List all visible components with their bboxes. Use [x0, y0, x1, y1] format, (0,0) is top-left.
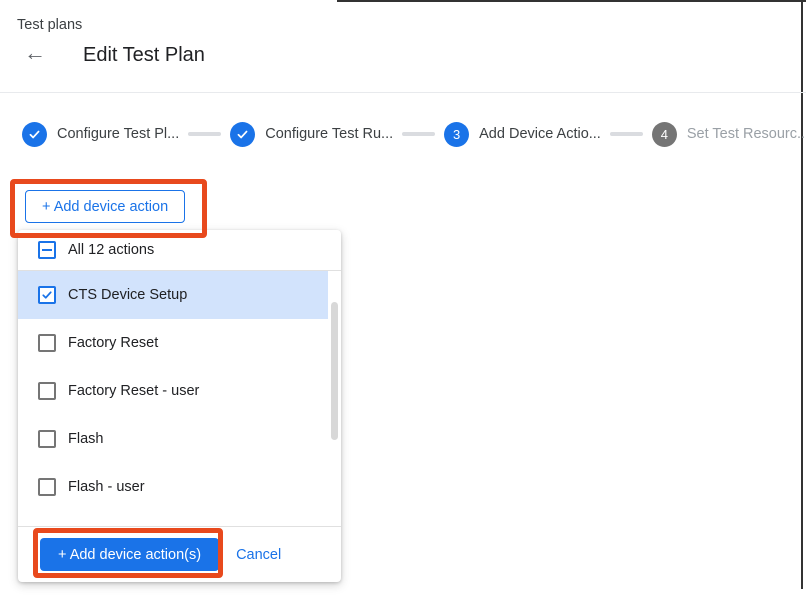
indeterminate-checkbox-icon[interactable] [38, 241, 56, 259]
step-label: Configure Test Ru... [265, 126, 393, 142]
cancel-link[interactable]: Cancel [236, 547, 281, 563]
unchecked-checkbox-icon[interactable] [38, 478, 56, 496]
option-label: Factory Reset - user [68, 383, 199, 399]
option-row-flash-user[interactable]: Flash - user [18, 463, 328, 511]
dropdown-scrollbar-thumb[interactable] [331, 302, 338, 440]
checked-checkbox-icon[interactable] [38, 286, 56, 304]
dropdown-footer: + Add device action(s) Cancel [18, 527, 341, 582]
breadcrumb: Test plans [17, 17, 82, 33]
dropdown-spacer [18, 511, 341, 526]
window-top-border [337, 0, 806, 2]
option-row-factory-reset[interactable]: Factory Reset [18, 319, 328, 367]
unchecked-checkbox-icon[interactable] [38, 382, 56, 400]
stepper-step-configure-test-run[interactable]: Configure Test Ru... [230, 122, 393, 147]
unchecked-checkbox-icon[interactable] [38, 430, 56, 448]
stepper-step-set-test-resources[interactable]: 4 Set Test Resourc... [652, 122, 806, 147]
stepper-connector [188, 132, 221, 136]
stepper-step-configure-test-plan[interactable]: Configure Test Pl... [22, 122, 179, 147]
stepper-connector [610, 132, 643, 136]
stepper-connector [402, 132, 435, 136]
step-completed-check-icon [22, 122, 47, 147]
confirm-add-device-actions-button[interactable]: + Add device action(s) [40, 538, 219, 571]
back-arrow-icon[interactable]: ← [24, 41, 46, 65]
add-device-action-button[interactable]: + Add device action [25, 190, 185, 223]
step-number-badge: 4 [652, 122, 677, 147]
step-label: Add Device Actio... [479, 126, 601, 142]
option-label: Flash - user [68, 479, 145, 495]
select-all-actions-row[interactable]: All 12 actions [18, 230, 341, 270]
window-right-border [801, 0, 803, 589]
step-completed-check-icon [230, 122, 255, 147]
option-label: Factory Reset [68, 335, 158, 351]
option-row-factory-reset-user[interactable]: Factory Reset - user [18, 367, 328, 415]
option-row-flash[interactable]: Flash [18, 415, 328, 463]
unchecked-checkbox-icon[interactable] [38, 334, 56, 352]
select-all-label: All 12 actions [68, 242, 154, 258]
step-label: Set Test Resourc... [687, 126, 806, 142]
stepper: Configure Test Pl... Configure Test Ru..… [22, 121, 806, 147]
option-label: Flash [68, 431, 103, 447]
option-row-cts-device-setup[interactable]: CTS Device Setup [18, 271, 328, 319]
device-action-dropdown: All 12 actions CTS Device Setup Factory … [18, 230, 341, 582]
page-title: Edit Test Plan [83, 44, 205, 67]
step-number-badge: 3 [444, 122, 469, 147]
option-label: CTS Device Setup [68, 287, 187, 303]
step-label: Configure Test Pl... [57, 126, 179, 142]
stepper-step-add-device-actions[interactable]: 3 Add Device Actio... [444, 122, 601, 147]
header-divider [0, 92, 806, 93]
